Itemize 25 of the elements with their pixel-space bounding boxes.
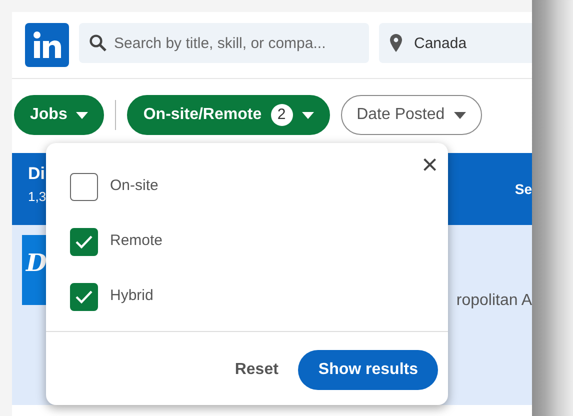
- count-badge: 2: [270, 104, 293, 126]
- check-icon: [75, 290, 93, 304]
- option-label: Hybrid: [110, 286, 154, 306]
- show-results-button[interactable]: Show results: [298, 350, 438, 390]
- logo-icon[interactable]: [25, 23, 69, 67]
- checkbox[interactable]: [70, 172, 98, 200]
- reset-button[interactable]: Reset: [234, 358, 278, 382]
- job-location: ropolitan A: [456, 291, 532, 311]
- location-field[interactable]: Canada: [379, 23, 532, 63]
- set-alert-link[interactable]: Se: [514, 179, 532, 200]
- checkbox[interactable]: [70, 228, 98, 256]
- filter-pill[interactable]: Jobs: [14, 95, 104, 135]
- checkbox[interactable]: [70, 282, 98, 310]
- close-button[interactable]: ×: [422, 151, 438, 179]
- search-field[interactable]: Search by title, skill, or compa...: [79, 23, 369, 63]
- results-title: Di: [28, 163, 45, 185]
- option-label: Remote: [110, 231, 163, 252]
- filter-pill[interactable]: On-site/Remote 2: [127, 95, 330, 135]
- check-icon: [75, 234, 93, 248]
- results-count: 1,3: [28, 188, 46, 206]
- caret-icon: [302, 112, 314, 118]
- filter-pill[interactable]: Date Posted: [340, 95, 482, 135]
- caret-icon: [76, 112, 88, 118]
- option-label: On-site: [110, 176, 158, 196]
- caret-icon: [454, 112, 466, 118]
